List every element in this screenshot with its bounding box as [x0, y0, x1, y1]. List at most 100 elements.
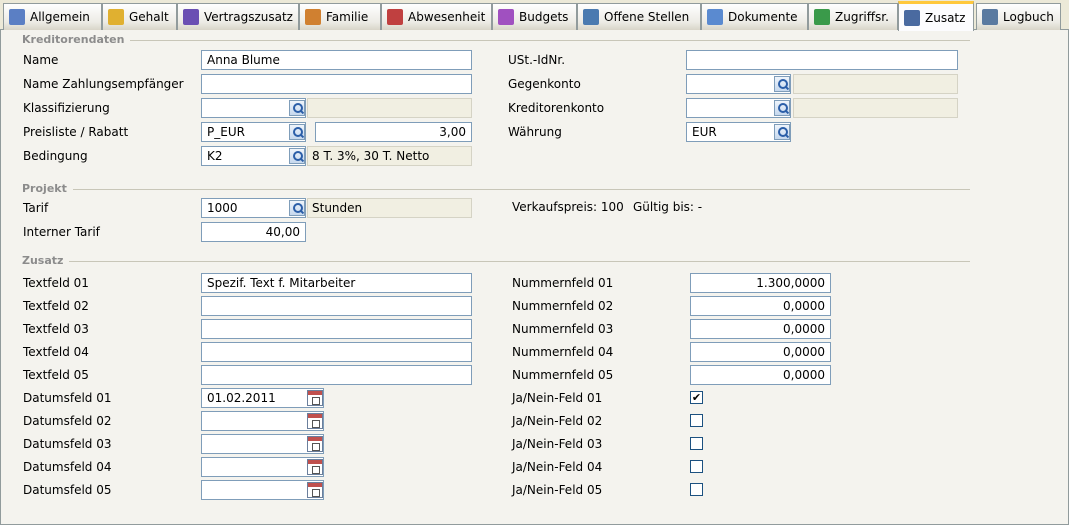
datefield-input[interactable]: 01.02.2011 — [201, 388, 324, 408]
checkbox-label: Ja/Nein-Feld 04 — [512, 460, 603, 474]
lookup-icon[interactable] — [774, 76, 790, 92]
tab-budgets[interactable]: Budgets — [492, 3, 577, 30]
tab-zugriffsr[interactable]: Zugriffsr. — [808, 3, 898, 30]
numberfield-input[interactable]: 1.300,0000 — [690, 273, 831, 293]
pricelist-label: Preisliste / Rabatt — [23, 125, 129, 139]
checkbox[interactable] — [690, 460, 703, 473]
coins-icon — [108, 9, 124, 25]
tab-abwesenheit[interactable]: Abwesenheit — [381, 3, 492, 30]
lookup-icon[interactable] — [289, 124, 305, 140]
calendar-icon[interactable] — [307, 390, 323, 406]
datefield-input[interactable] — [201, 434, 324, 454]
datefield-label: Datumsfeld 02 — [23, 414, 112, 428]
vat-id-field[interactable] — [686, 50, 958, 70]
datefield-input[interactable] — [201, 480, 324, 500]
textfield-label: Textfeld 02 — [23, 299, 89, 313]
calendar-icon[interactable] — [307, 482, 323, 498]
budget-icon — [498, 9, 514, 25]
calendar-icon[interactable] — [307, 436, 323, 452]
contra-account-label: Gegenkonto — [508, 77, 581, 91]
numberfield-input[interactable]: 0,0000 — [690, 365, 831, 385]
checkbox-label: Ja/Nein-Feld 02 — [512, 414, 603, 428]
datefield-input[interactable] — [201, 411, 324, 431]
absence-icon — [387, 9, 403, 25]
tab-gehalt[interactable]: Gehalt — [102, 3, 177, 30]
family-icon — [305, 9, 321, 25]
access-rights-icon — [814, 9, 830, 25]
internal-tariff-field[interactable]: 40,00 — [201, 222, 306, 242]
numberfield-input[interactable]: 0,0000 — [690, 296, 831, 316]
name-label: Name — [23, 53, 59, 67]
numberfield-label: Nummernfeld 02 — [512, 299, 614, 313]
vacancy-icon — [583, 9, 599, 25]
vat-id-label: USt.-IdNr. — [508, 53, 566, 67]
tab-familie[interactable]: Familie — [299, 3, 381, 30]
tab-label: Logbuch — [1003, 10, 1054, 24]
condition-desc: 8 T. 3%, 30 T. Netto — [307, 146, 472, 166]
creditor-account-label: Kreditorenkonto — [508, 101, 605, 115]
checkbox[interactable]: ✔ — [690, 391, 703, 404]
section-divider — [22, 189, 970, 190]
tab-label: Abwesenheit — [408, 10, 486, 24]
currency-label: Währung — [508, 125, 562, 139]
classification-label: Klassifizierung — [23, 101, 110, 115]
checkbox[interactable] — [690, 483, 703, 496]
calendar-icon[interactable] — [307, 413, 323, 429]
checkbox-label: Ja/Nein-Feld 05 — [512, 483, 603, 497]
lookup-icon[interactable] — [774, 100, 790, 116]
person-search-icon — [9, 9, 25, 25]
numberfield-label: Nummernfeld 04 — [512, 345, 614, 359]
calendar-icon[interactable] — [307, 459, 323, 475]
textfield-input[interactable] — [201, 296, 472, 316]
checkbox[interactable] — [690, 414, 703, 427]
datefield-label: Datumsfeld 01 — [23, 391, 112, 405]
name-field[interactable]: Anna Blume — [201, 50, 472, 70]
lookup-icon[interactable] — [289, 148, 305, 164]
tariff-label: Tarif — [23, 201, 49, 215]
section-title-zusatz: Zusatz — [22, 254, 70, 267]
textfield-input[interactable] — [201, 319, 472, 339]
tab-label: Zusatz — [925, 10, 966, 25]
tariff-unit: Stunden — [307, 198, 472, 218]
lookup-icon[interactable] — [289, 100, 305, 116]
contra-account-desc — [793, 74, 958, 94]
numberfield-label: Nummernfeld 03 — [512, 322, 614, 336]
numberfield-label: Nummernfeld 01 — [512, 276, 614, 290]
textfield-input[interactable] — [201, 342, 472, 362]
datefield-label: Datumsfeld 03 — [23, 437, 112, 451]
textfield-input[interactable] — [201, 365, 472, 385]
tab-dokumente[interactable]: Dokumente — [701, 3, 808, 30]
documents-icon — [707, 9, 723, 25]
tab-label: Budgets — [519, 10, 569, 24]
tab-label: Dokumente — [728, 10, 798, 24]
creditor-account-desc — [793, 98, 958, 118]
tab-label: Vertragszusatz — [204, 10, 293, 24]
classification-desc — [307, 98, 472, 118]
discount-field[interactable]: 3,00 — [315, 122, 472, 142]
numberfield-input[interactable]: 0,0000 — [690, 342, 831, 362]
tab-offene-stellen[interactable]: Offene Stellen — [577, 3, 701, 30]
internal-tariff-label: Interner Tarif — [23, 225, 100, 239]
tab-label: Offene Stellen — [604, 10, 690, 24]
numberfield-input[interactable]: 0,0000 — [690, 319, 831, 339]
textfield-label: Textfeld 05 — [23, 368, 89, 382]
tab-logbuch[interactable]: Logbuch — [976, 3, 1061, 30]
tab-label: Gehalt — [129, 10, 169, 24]
tab-allgemein[interactable]: Allgemein — [3, 3, 102, 30]
valid-until-info: Gültig bis: - — [633, 200, 703, 214]
checkbox[interactable] — [690, 437, 703, 450]
tab-zusatz[interactable]: Zusatz — [898, 1, 974, 31]
checkbox-label: Ja/Nein-Feld 03 — [512, 437, 603, 451]
tab-vertragszusatz[interactable]: Vertragszusatz — [177, 3, 299, 30]
textfield-input[interactable]: Spezif. Text f. Mitarbeiter — [201, 273, 472, 293]
textfield-label: Textfeld 03 — [23, 322, 89, 336]
section-divider — [22, 40, 970, 41]
lookup-icon[interactable] — [289, 200, 305, 216]
payee-field[interactable] — [201, 74, 472, 94]
lookup-icon[interactable] — [774, 124, 790, 140]
condition-label: Bedingung — [23, 149, 88, 163]
section-title-projekt: Projekt — [22, 182, 73, 195]
checkbox-label: Ja/Nein-Feld 01 — [512, 391, 603, 405]
extra-person-icon — [904, 9, 920, 26]
datefield-input[interactable] — [201, 457, 324, 477]
